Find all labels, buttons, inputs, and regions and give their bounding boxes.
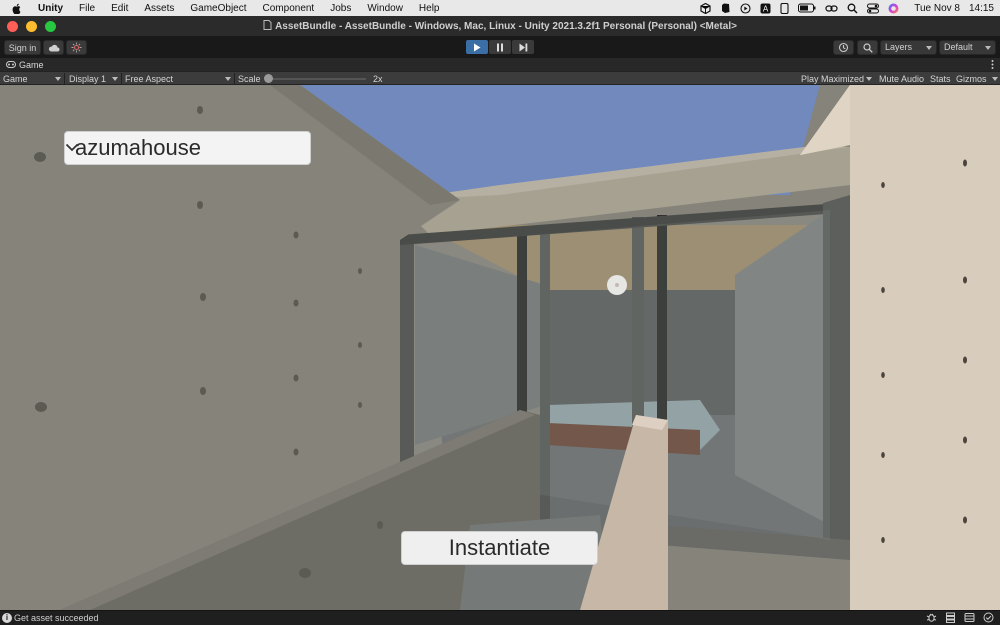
play-mode-label: Play Maximized [801, 73, 865, 84]
chevron-down-icon [65, 143, 79, 152]
link-icon[interactable] [825, 3, 838, 14]
evernote-icon[interactable] [720, 3, 731, 14]
display-mode-label: Game [3, 73, 28, 84]
pause-icon [497, 43, 503, 51]
mute-audio-toggle[interactable]: Mute Audio [876, 72, 927, 85]
play-controls [466, 40, 534, 54]
scale-label: Scale [238, 73, 261, 84]
unity-toolbar: Sign in Layers Default [0, 37, 1000, 58]
caret-down-icon [985, 46, 991, 50]
aspect-dropdown[interactable]: Free Aspect [122, 72, 233, 85]
status-message[interactable]: Get asset succeeded [14, 613, 99, 623]
apple-icon[interactable] [0, 3, 30, 14]
tab-bar: Game [0, 58, 1000, 71]
play-button[interactable] [466, 40, 488, 54]
layout-label: Default [944, 42, 973, 52]
display-label: Display 1 [69, 73, 107, 84]
menu-component[interactable]: Component [255, 3, 323, 14]
play-icon [474, 43, 481, 51]
kebab-menu-icon [991, 60, 994, 69]
toolbar-search-button[interactable] [857, 40, 878, 55]
gamepad-icon [6, 61, 16, 68]
a-icon[interactable]: A [760, 3, 771, 14]
tab-game-label: Game [19, 59, 44, 70]
layers-label: Layers [885, 42, 913, 52]
control-center-icon[interactable] [867, 3, 880, 14]
asset-bundle-dropdown-value: azumahouse [75, 135, 201, 160]
instantiate-button-label: Instantiate [448, 535, 551, 560]
search-icon[interactable] [847, 3, 858, 14]
tab-game[interactable]: Game [2, 58, 48, 71]
scale-value: 2x [373, 73, 383, 84]
gizmos-label: Gizmos [956, 73, 987, 84]
phone-icon[interactable] [780, 2, 789, 14]
stack-icon[interactable] [945, 612, 956, 623]
siri-icon[interactable] [888, 3, 899, 14]
menu-window[interactable]: Window [359, 3, 411, 14]
sign-in-label: Sign in [8, 42, 37, 53]
collab-button[interactable] [66, 40, 87, 55]
check-circle-icon[interactable] [983, 612, 994, 623]
instantiate-button[interactable]: Instantiate [401, 531, 598, 565]
divider [64, 73, 65, 84]
game-viewport[interactable]: azumahouse Instantiate [0, 85, 1000, 610]
bug-icon[interactable] [926, 612, 937, 623]
menu-assets[interactable]: Assets [136, 3, 182, 14]
display-dropdown[interactable]: Display 1 [66, 72, 120, 85]
pause-button[interactable] [489, 40, 511, 54]
menu-app-name[interactable]: Unity [30, 3, 71, 14]
play-mode-dropdown[interactable]: Play Maximized [798, 72, 874, 85]
layers-dropdown[interactable]: Layers [880, 40, 937, 55]
layout-dropdown[interactable]: Default [939, 40, 996, 55]
mac-menu-bar: Unity File Edit Assets GameObject Compon… [0, 0, 1000, 16]
display-mode-dropdown[interactable]: Game [0, 72, 63, 85]
step-button[interactable] [512, 40, 534, 54]
document-icon [263, 20, 272, 30]
caret-down-icon [926, 46, 932, 50]
scale-slider-handle[interactable] [264, 74, 273, 83]
magnifier-icon [862, 42, 873, 53]
menu-jobs[interactable]: Jobs [322, 3, 359, 14]
window-title: AssetBundle - AssetBundle - Windows, Mac… [275, 21, 737, 32]
clock-time[interactable]: 14:15 [969, 3, 994, 14]
unity-hub-icon[interactable] [700, 2, 711, 14]
cache-server-icon[interactable] [964, 612, 975, 623]
menu-file[interactable]: File [71, 3, 103, 14]
window-title-bar: AssetBundle - AssetBundle - Windows, Mac… [0, 16, 1000, 37]
status-bar: i Get asset succeeded [0, 610, 1000, 625]
menu-edit[interactable]: Edit [103, 3, 136, 14]
menu-gameobject[interactable]: GameObject [182, 3, 254, 14]
aspect-label: Free Aspect [125, 73, 174, 84]
play-circle-icon[interactable] [740, 2, 751, 14]
step-icon [519, 43, 527, 51]
cloud-button[interactable] [43, 40, 64, 55]
cloud-icon [48, 44, 59, 51]
asset-bundle-dropdown[interactable]: azumahouse [64, 131, 311, 165]
history-icon [838, 42, 849, 53]
sign-in-button[interactable]: Sign in [4, 40, 41, 55]
battery-icon[interactable] [798, 3, 816, 13]
collab-icon [71, 42, 82, 53]
window-title-container: AssetBundle - AssetBundle - Windows, Mac… [0, 20, 1000, 32]
history-button[interactable] [833, 40, 854, 55]
menu-help[interactable]: Help [411, 3, 448, 14]
clock-day[interactable]: Tue Nov 8 [914, 3, 960, 14]
svg-text:A: A [763, 4, 769, 13]
stats-toggle[interactable]: Stats [927, 72, 954, 85]
scale-slider-track[interactable] [266, 78, 366, 80]
game-view-toolbar: Game Display 1 Free Aspect Scale 2x Play… [0, 71, 1000, 85]
gizmos-dropdown[interactable]: Gizmos [953, 72, 1000, 85]
info-icon: i [2, 613, 12, 623]
